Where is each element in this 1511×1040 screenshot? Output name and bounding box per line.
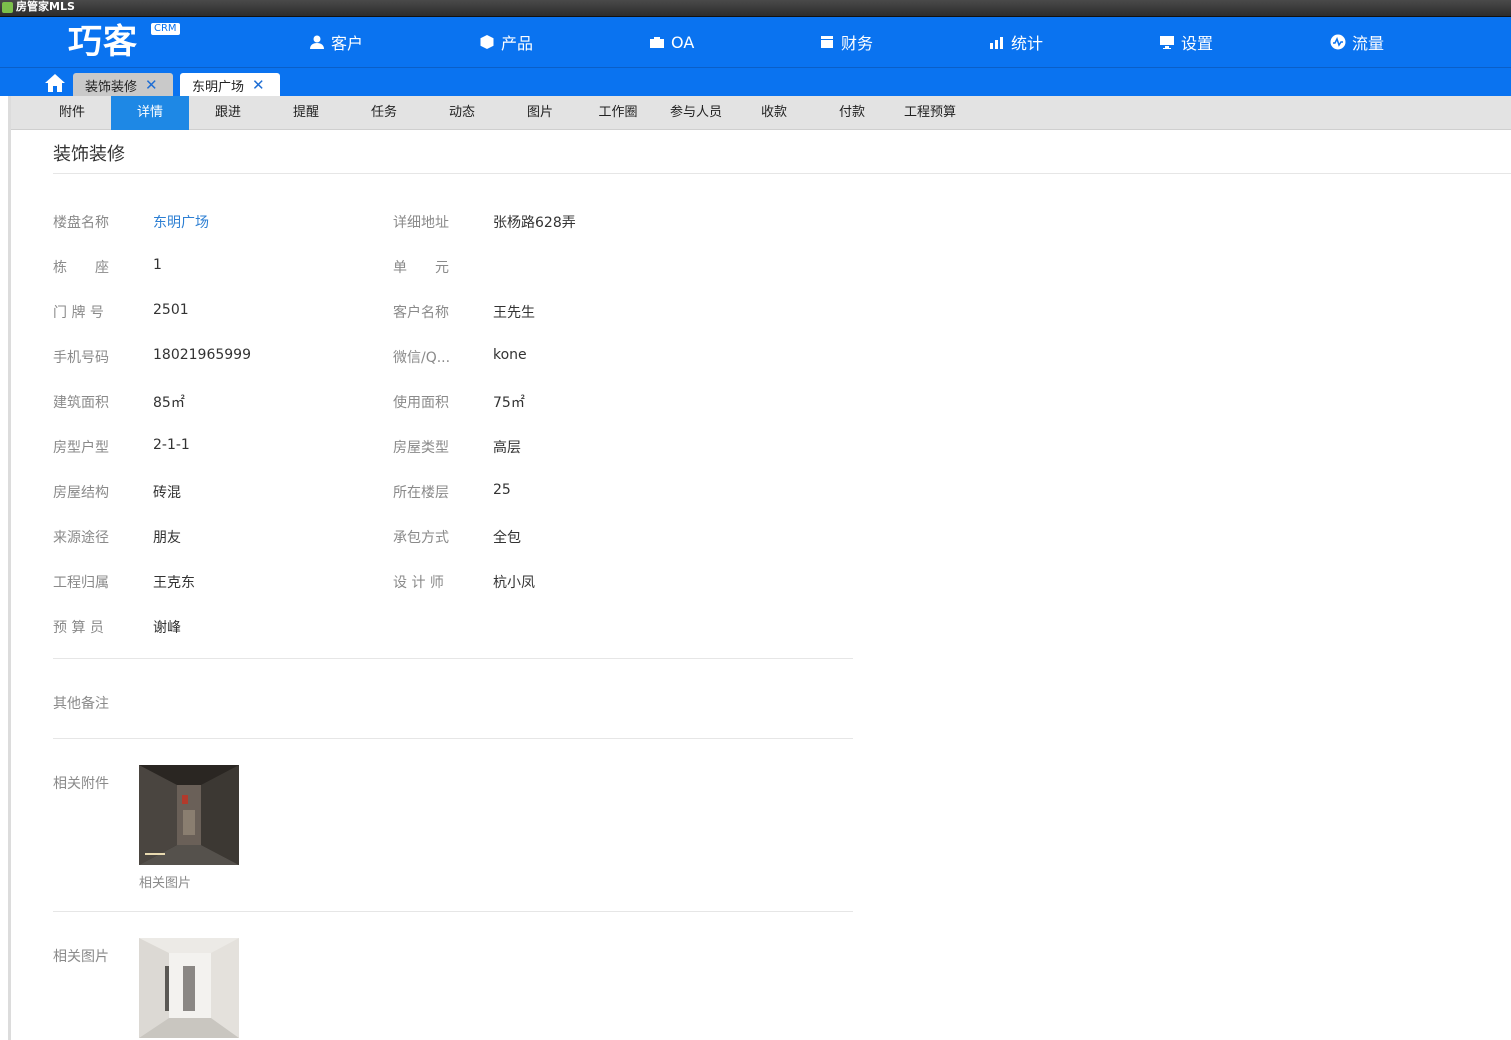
attachment-thumbnail[interactable] bbox=[139, 765, 239, 865]
app-icon bbox=[2, 2, 13, 13]
block-value: 1 bbox=[153, 257, 162, 273]
tab-budget[interactable]: 工程预算 bbox=[891, 96, 969, 130]
nav-settings[interactable]: 设置 bbox=[1159, 29, 1213, 55]
source-value: 朋友 bbox=[153, 530, 181, 546]
tab-attachments[interactable]: 附件 bbox=[33, 96, 111, 130]
use-area-value: 75㎡ bbox=[493, 395, 525, 411]
nav-label: OA bbox=[671, 32, 695, 52]
door-number-value: 2501 bbox=[153, 302, 189, 318]
open-tabs-bar: 装饰装修 ✕ 东明广场 ✕ bbox=[0, 67, 1511, 97]
pulse-icon bbox=[1330, 34, 1346, 50]
contract-value: 全包 bbox=[493, 530, 521, 546]
field-label: 工程归属 bbox=[53, 575, 109, 591]
tab-followup[interactable]: 跟进 bbox=[189, 96, 267, 130]
tab-workcircle[interactable]: 工作圈 bbox=[579, 96, 657, 130]
nav-label: 流量 bbox=[1352, 34, 1385, 53]
field-label: 建筑面积 bbox=[53, 395, 109, 411]
open-tab-dongming[interactable]: 东明广场 ✕ bbox=[180, 73, 280, 97]
window-titlebar: 房管家MLS bbox=[0, 0, 1511, 17]
field-label: 房型户型 bbox=[53, 440, 109, 456]
tab-activity[interactable]: 动态 bbox=[423, 96, 501, 130]
field-label: 门 牌 号 bbox=[53, 305, 104, 321]
open-tab-label: 东明广场 bbox=[192, 79, 245, 95]
close-icon[interactable]: ✕ bbox=[252, 77, 265, 93]
building-name-link[interactable]: 东明广场 bbox=[153, 212, 209, 232]
phone-value: 18021965999 bbox=[153, 347, 251, 363]
tab-participants[interactable]: 参与人员 bbox=[657, 96, 735, 130]
house-type-value: 高层 bbox=[493, 440, 521, 456]
nav-statistics[interactable]: 统计 bbox=[989, 29, 1043, 55]
tab-details[interactable]: 详情 bbox=[111, 96, 189, 130]
address-value: 张杨路628弄 bbox=[493, 215, 576, 231]
attachments-label: 相关附件 bbox=[53, 776, 109, 792]
field-label: 详细地址 bbox=[393, 215, 449, 231]
images-label: 相关图片 bbox=[53, 949, 109, 965]
page-title: 装饰装修 bbox=[53, 144, 125, 165]
field-label: 使用面积 bbox=[393, 395, 449, 411]
top-navigation: 巧客 CRM 客户 产品 OA 财务 统计 设置 流量 bbox=[0, 17, 1511, 67]
floor-value: 25 bbox=[493, 482, 511, 498]
project-owner-value: 王克东 bbox=[153, 575, 195, 591]
structure-value: 砖混 bbox=[153, 485, 181, 501]
close-icon[interactable]: ✕ bbox=[145, 77, 158, 93]
field-label: 单 元 bbox=[393, 260, 449, 276]
nav-oa[interactable]: OA bbox=[649, 29, 694, 55]
field-label: 设 计 师 bbox=[393, 575, 444, 591]
divider bbox=[53, 658, 853, 659]
divider bbox=[53, 173, 1511, 174]
field-label: 所在楼层 bbox=[393, 485, 449, 501]
cash-box-icon bbox=[819, 34, 835, 50]
field-label: 栋 座 bbox=[53, 260, 109, 276]
nav-products[interactable]: 产品 bbox=[479, 29, 533, 55]
layout-value: 2-1-1 bbox=[153, 437, 190, 453]
tab-payments[interactable]: 付款 bbox=[813, 96, 891, 130]
detail-subtabs: 附件 详情 跟进 提醒 任务 动态 图片 工作圈 参与人员 收款 付款 工程预算 bbox=[11, 96, 1511, 130]
window-title: 房管家MLS bbox=[16, 0, 75, 13]
open-tab-decoration[interactable]: 装饰装修 ✕ bbox=[73, 73, 173, 97]
nav-label: 客户 bbox=[331, 34, 364, 53]
nav-traffic[interactable]: 流量 bbox=[1330, 29, 1384, 55]
nav-label: 财务 bbox=[841, 34, 874, 53]
nav-finance[interactable]: 财务 bbox=[819, 29, 873, 55]
user-icon bbox=[309, 34, 325, 50]
field-label: 房屋结构 bbox=[53, 485, 109, 501]
image-thumbnail[interactable] bbox=[139, 938, 239, 1038]
briefcase-icon bbox=[649, 34, 665, 50]
field-label: 手机号码 bbox=[53, 350, 109, 366]
field-label: 来源途径 bbox=[53, 530, 109, 546]
field-label: 房屋类型 bbox=[393, 440, 449, 456]
divider bbox=[53, 738, 853, 739]
logo-badge: CRM bbox=[151, 23, 180, 35]
tab-receipts[interactable]: 收款 bbox=[735, 96, 813, 130]
bar-chart-icon bbox=[989, 34, 1005, 50]
field-label: 楼盘名称 bbox=[53, 215, 109, 231]
field-label: 微信/Q... bbox=[393, 350, 451, 366]
nav-label: 产品 bbox=[501, 34, 534, 53]
monitor-icon bbox=[1159, 34, 1175, 50]
field-label: 预 算 员 bbox=[53, 620, 104, 636]
tab-pictures[interactable]: 图片 bbox=[501, 96, 579, 130]
home-icon[interactable] bbox=[44, 73, 66, 93]
left-border bbox=[8, 96, 11, 1040]
notes-label: 其他备注 bbox=[53, 696, 109, 712]
field-label: 承包方式 bbox=[393, 530, 449, 546]
budgeter-value: 谢峰 bbox=[153, 620, 181, 636]
build-area-value: 85㎡ bbox=[153, 395, 185, 411]
nav-customers[interactable]: 客户 bbox=[309, 29, 363, 55]
logo: 巧客 bbox=[68, 22, 138, 62]
customer-name-value: 王先生 bbox=[493, 305, 535, 321]
nav-label: 设置 bbox=[1181, 34, 1214, 53]
attachment-caption: 相关图片 bbox=[139, 876, 192, 891]
open-tab-label: 装饰装修 bbox=[85, 79, 138, 95]
wechat-value: kone bbox=[493, 347, 527, 363]
designer-value: 杭小凤 bbox=[493, 575, 535, 591]
field-label: 客户名称 bbox=[393, 305, 449, 321]
divider bbox=[53, 911, 853, 912]
nav-label: 统计 bbox=[1011, 34, 1044, 53]
tab-reminders[interactable]: 提醒 bbox=[267, 96, 345, 130]
cube-icon bbox=[479, 34, 495, 50]
tab-tasks[interactable]: 任务 bbox=[345, 96, 423, 130]
